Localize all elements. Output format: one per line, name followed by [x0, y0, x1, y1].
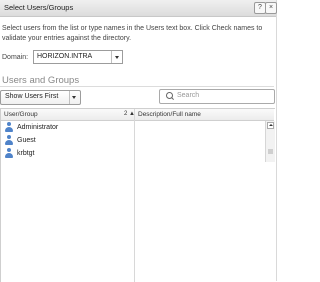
dialog-title: Select Users/Groups	[4, 3, 74, 12]
domain-select[interactable]: HORIZON.INTRA	[33, 50, 123, 64]
show-users-first-select[interactable]: Show Users First	[0, 90, 81, 105]
column-header-description[interactable]: Description/Full name	[138, 111, 201, 118]
scroll-up-arrow-icon[interactable]	[267, 122, 274, 129]
table-row[interactable]: krbtgt	[1, 147, 265, 160]
filter-value: Show Users First	[5, 93, 59, 100]
close-button[interactable]: ×	[265, 2, 277, 14]
search-input[interactable]: Search	[159, 89, 275, 104]
domain-dropdown-toggle[interactable]	[111, 51, 122, 63]
search-icon	[166, 92, 173, 99]
section-divider	[0, 86, 274, 87]
table-row[interactable]: Guest	[1, 134, 265, 147]
table-scrollbar[interactable]	[265, 121, 275, 162]
row-name: Guest	[17, 137, 36, 144]
user-icon	[5, 122, 13, 133]
table-header: User/Group 2 ▲ Description/Full name	[1, 109, 274, 121]
chevron-down-icon	[115, 56, 119, 59]
user-icon	[5, 148, 13, 159]
users-groups-table: User/Group 2 ▲ Description/Full name Adm…	[0, 108, 275, 282]
row-name: Administrator	[17, 124, 59, 131]
domain-label: Domain:	[2, 54, 29, 61]
row-name: krbtgt	[17, 150, 35, 157]
column-header-user-group[interactable]: User/Group	[4, 111, 38, 118]
table-row[interactable]: Administrator	[1, 121, 265, 134]
dialog-titlebar: Select Users/Groups ? ×	[0, 0, 277, 17]
scroll-grip-icon[interactable]	[268, 149, 273, 154]
search-placeholder: Search	[177, 92, 200, 99]
user-icon	[5, 135, 13, 146]
instructions-text: Select users from the list or type names…	[2, 25, 263, 42]
domain-value: HORIZON.INTRA	[37, 53, 93, 60]
filter-separator	[69, 91, 70, 104]
section-title: Users and Groups	[2, 75, 80, 86]
chevron-down-icon	[72, 96, 76, 99]
select-users-dialog: Select Users/Groups ? × Select users fro…	[0, 0, 277, 282]
